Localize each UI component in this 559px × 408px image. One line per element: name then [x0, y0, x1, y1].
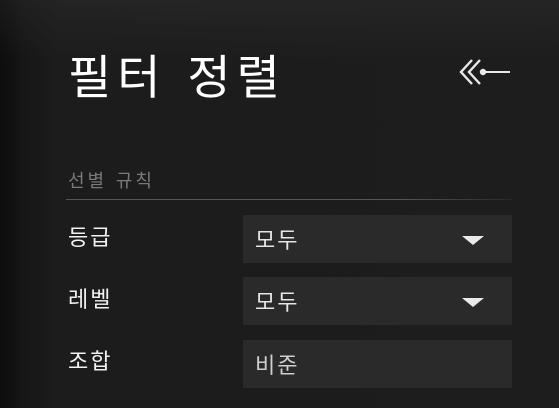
level-label: 레벨 [68, 288, 113, 313]
level-dropdown-value: 모두 [255, 291, 300, 316]
double-chevron-left-arrow-icon [459, 59, 510, 85]
grade-dropdown[interactable]: 모두 [243, 215, 512, 263]
filter-sort-panel: 필터 정렬 선별 규칙 등급 모두 레벨 모두 조합 비준 [0, 0, 559, 408]
caret-down-icon [462, 236, 484, 245]
level-dropdown[interactable]: 모두 [243, 277, 512, 325]
grade-dropdown-value: 모두 [255, 229, 300, 254]
combination-field[interactable]: 비준 [243, 340, 512, 388]
section-divider [66, 199, 512, 200]
caret-down-icon [462, 298, 484, 307]
section-label-filter-rules: 선별 규칙 [68, 171, 155, 192]
combination-field-value: 비준 [255, 354, 300, 379]
page-title: 필터 정렬 [68, 51, 286, 106]
combination-label: 조합 [68, 350, 113, 375]
grade-label: 등급 [68, 226, 113, 251]
back-button[interactable] [456, 54, 514, 90]
